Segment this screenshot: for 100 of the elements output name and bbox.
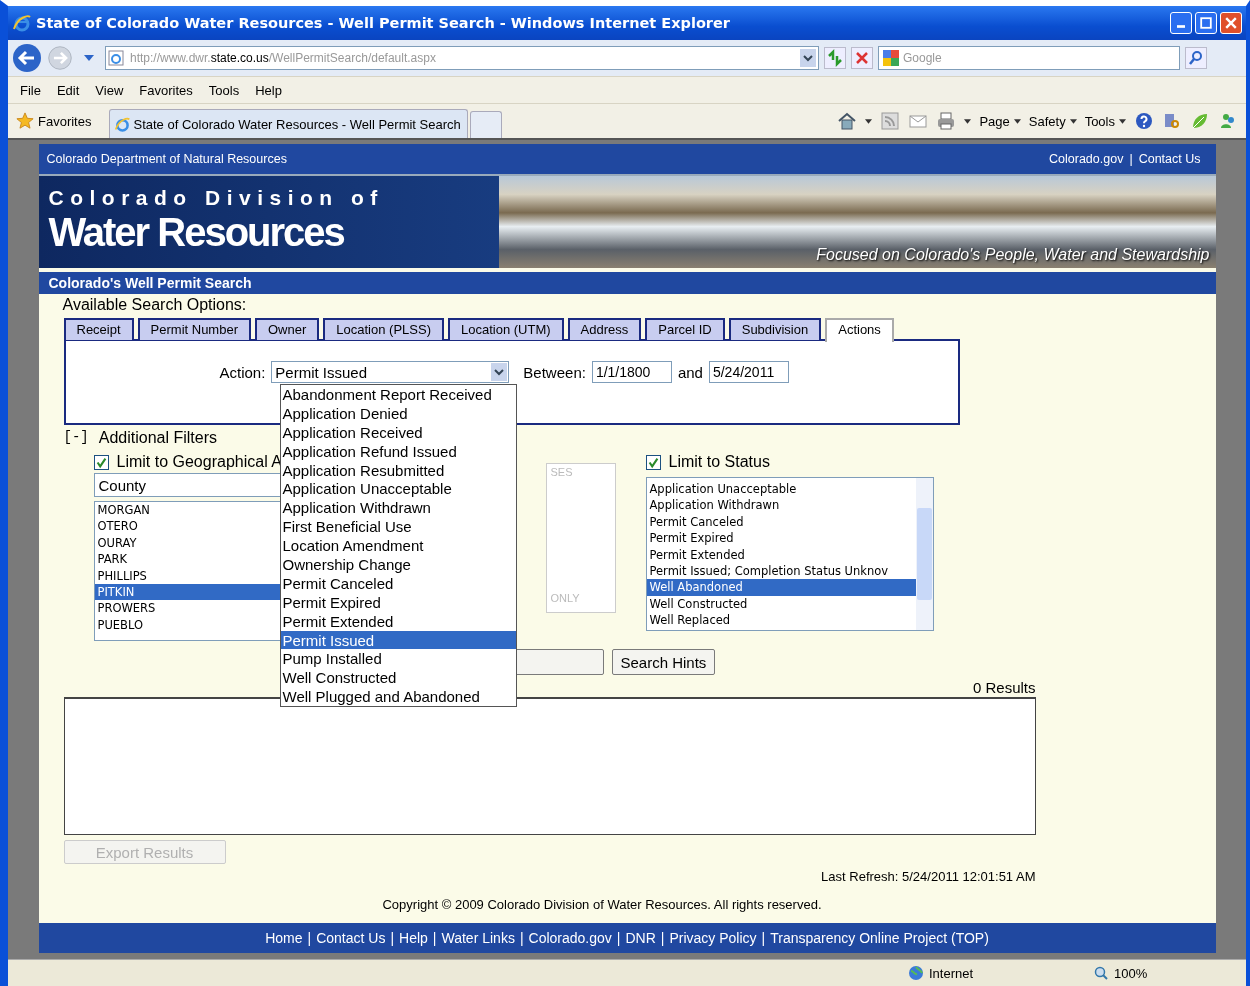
list-item[interactable]: Application Unacceptable xyxy=(646,481,916,498)
caret-icon[interactable] xyxy=(964,118,972,124)
banner-subtitle: Colorado Division of xyxy=(48,186,385,210)
footer-link[interactable]: Water Links xyxy=(441,930,515,946)
home-icon[interactable] xyxy=(837,111,858,131)
list-item[interactable]: Permit Issued; Completion Status Unknov xyxy=(646,562,916,580)
dropdown-option[interactable]: Application Refund Issued xyxy=(280,441,516,461)
footer-link[interactable]: DNR xyxy=(625,930,656,946)
link-separator: | xyxy=(390,930,395,946)
footer-link[interactable]: Help xyxy=(399,930,428,946)
link-separator: | xyxy=(616,930,621,946)
dropdown-option[interactable]: Application Received xyxy=(280,422,516,442)
dropdown-option[interactable]: Ownership Change xyxy=(280,555,516,574)
header-link[interactable]: Colorado.gov xyxy=(1049,152,1124,166)
start-date-field[interactable]: 1/1/1800 xyxy=(591,361,672,383)
list-item[interactable]: Well Constructed xyxy=(646,595,916,613)
and-label: and xyxy=(677,363,703,381)
filters-title: Additional Filters xyxy=(98,429,217,447)
dropdown-option[interactable]: Permit Issued xyxy=(280,630,516,650)
search-tab[interactable]: Actions xyxy=(825,318,894,342)
footer-link[interactable]: Contact Us xyxy=(316,930,386,946)
search-tab[interactable]: Location (PLSS) xyxy=(323,318,444,340)
search-tab[interactable]: Receipt xyxy=(63,318,134,340)
feed-icon[interactable] xyxy=(880,111,901,131)
caret-icon xyxy=(1119,118,1126,124)
dropdown-option[interactable]: Application Withdrawn xyxy=(280,498,516,518)
menu-item[interactable]: Edit xyxy=(48,80,88,100)
command-menu[interactable]: Tools xyxy=(1084,113,1126,129)
command-menu[interactable]: Safety xyxy=(1028,113,1077,129)
stop-icon[interactable] xyxy=(851,47,873,69)
dropdown-option[interactable]: Permit Extended xyxy=(280,611,516,631)
search-tab[interactable]: Address xyxy=(567,318,642,340)
maximize-icon xyxy=(1200,17,1212,29)
list-item[interactable]: Application Withdrawn xyxy=(646,497,916,514)
footer-link[interactable]: Transparency Online Project (TOP) xyxy=(770,930,989,946)
list-item[interactable]: Well Abandoned xyxy=(646,579,916,596)
leaf-icon[interactable] xyxy=(1190,111,1210,131)
link-separator: | xyxy=(432,930,437,946)
zoom-icon xyxy=(1093,965,1110,981)
close-icon xyxy=(1225,17,1237,29)
menu-item[interactable]: Tools xyxy=(200,80,248,100)
minimize-button[interactable] xyxy=(1170,12,1192,34)
help-icon[interactable] xyxy=(1134,111,1154,131)
close-button[interactable] xyxy=(1220,12,1242,34)
search-tab[interactable]: Parcel ID xyxy=(645,318,725,340)
browser-logo-icon xyxy=(114,115,132,133)
menu-item[interactable]: Help xyxy=(247,80,290,100)
search-tab[interactable]: Permit Number xyxy=(137,318,251,340)
browser-logo-icon xyxy=(12,13,32,33)
list-item: ONLY xyxy=(550,592,581,604)
list-item[interactable]: Permit Canceled xyxy=(646,513,916,531)
dropdown-option[interactable]: Abandonment Report Received xyxy=(280,385,516,404)
footer-link[interactable]: Colorado.gov xyxy=(528,930,612,946)
menu-item[interactable]: File xyxy=(12,80,49,100)
action-select[interactable]: Permit Issued xyxy=(271,361,510,383)
command-menu[interactable]: Page xyxy=(979,113,1021,129)
globe-icon xyxy=(908,965,924,981)
caret-icon[interactable] xyxy=(84,55,94,61)
end-date-field[interactable]: 5/24/2011 xyxy=(708,361,789,383)
search-icon[interactable] xyxy=(1185,47,1207,69)
search-hints-button[interactable]: Search Hints xyxy=(611,649,716,675)
maximize-button[interactable] xyxy=(1195,12,1217,34)
zoom-level[interactable]: 100% xyxy=(1093,965,1148,981)
footer-link[interactable]: Home xyxy=(265,930,303,946)
menu-item[interactable]: View xyxy=(87,80,132,100)
browser-tab[interactable]: State of Colorado Water Resources - Well Permit Search xyxy=(109,109,468,138)
footer-link[interactable]: Privacy Policy xyxy=(669,930,757,946)
page-icon xyxy=(108,50,124,66)
banner-title: Water Resources xyxy=(48,210,345,254)
caret-icon xyxy=(1013,118,1021,124)
list-item[interactable]: Permit Extended xyxy=(646,546,916,563)
list-item[interactable]: Well Replaced xyxy=(646,612,916,629)
address-field[interactable]: http://www.dwr.state.co.us/WellPermitSearch/default.aspx xyxy=(105,46,819,70)
list-item[interactable]: Permit Expired xyxy=(646,530,916,547)
search-tab[interactable]: Location (UTM) xyxy=(447,318,564,340)
dropdown-option[interactable]: First Beneficial Use xyxy=(280,517,516,537)
dropdown-option[interactable]: Well Plugged and Abandoned xyxy=(280,687,516,707)
dropdown-option[interactable]: Application Denied xyxy=(280,403,516,423)
header-link[interactable]: Contact Us xyxy=(1138,152,1201,166)
collapse-toggle[interactable]: [-] xyxy=(63,429,89,447)
star-icon xyxy=(16,112,34,130)
scrollbar[interactable] xyxy=(915,478,933,630)
dropdown-option[interactable]: Well Constructed xyxy=(280,668,516,688)
link-separator: | xyxy=(519,930,524,946)
window-title: State of Colorado Water Resources - Well Permit Search - Windows Internet Explorer xyxy=(36,15,730,31)
favorites-button[interactable]: Favorites xyxy=(12,110,96,132)
search-options-label: Available Search Options: xyxy=(62,296,248,314)
dropdown-option[interactable]: Pump Installed xyxy=(280,649,516,669)
print-icon[interactable] xyxy=(936,111,957,131)
checkbox[interactable] xyxy=(645,454,661,470)
menu-item[interactable]: Favorites xyxy=(131,80,201,100)
caret-icon[interactable] xyxy=(865,118,873,124)
checkbox[interactable] xyxy=(93,454,109,470)
dropdown-option[interactable]: Location Amendment xyxy=(280,536,516,555)
link-separator: | xyxy=(1129,152,1133,166)
search-tab[interactable]: Subdivision xyxy=(728,318,822,340)
search-tab[interactable]: Owner xyxy=(255,318,320,340)
refresh-icon[interactable] xyxy=(824,47,846,69)
security-zone: Internet xyxy=(908,965,974,981)
search-provider-icon xyxy=(883,50,899,66)
